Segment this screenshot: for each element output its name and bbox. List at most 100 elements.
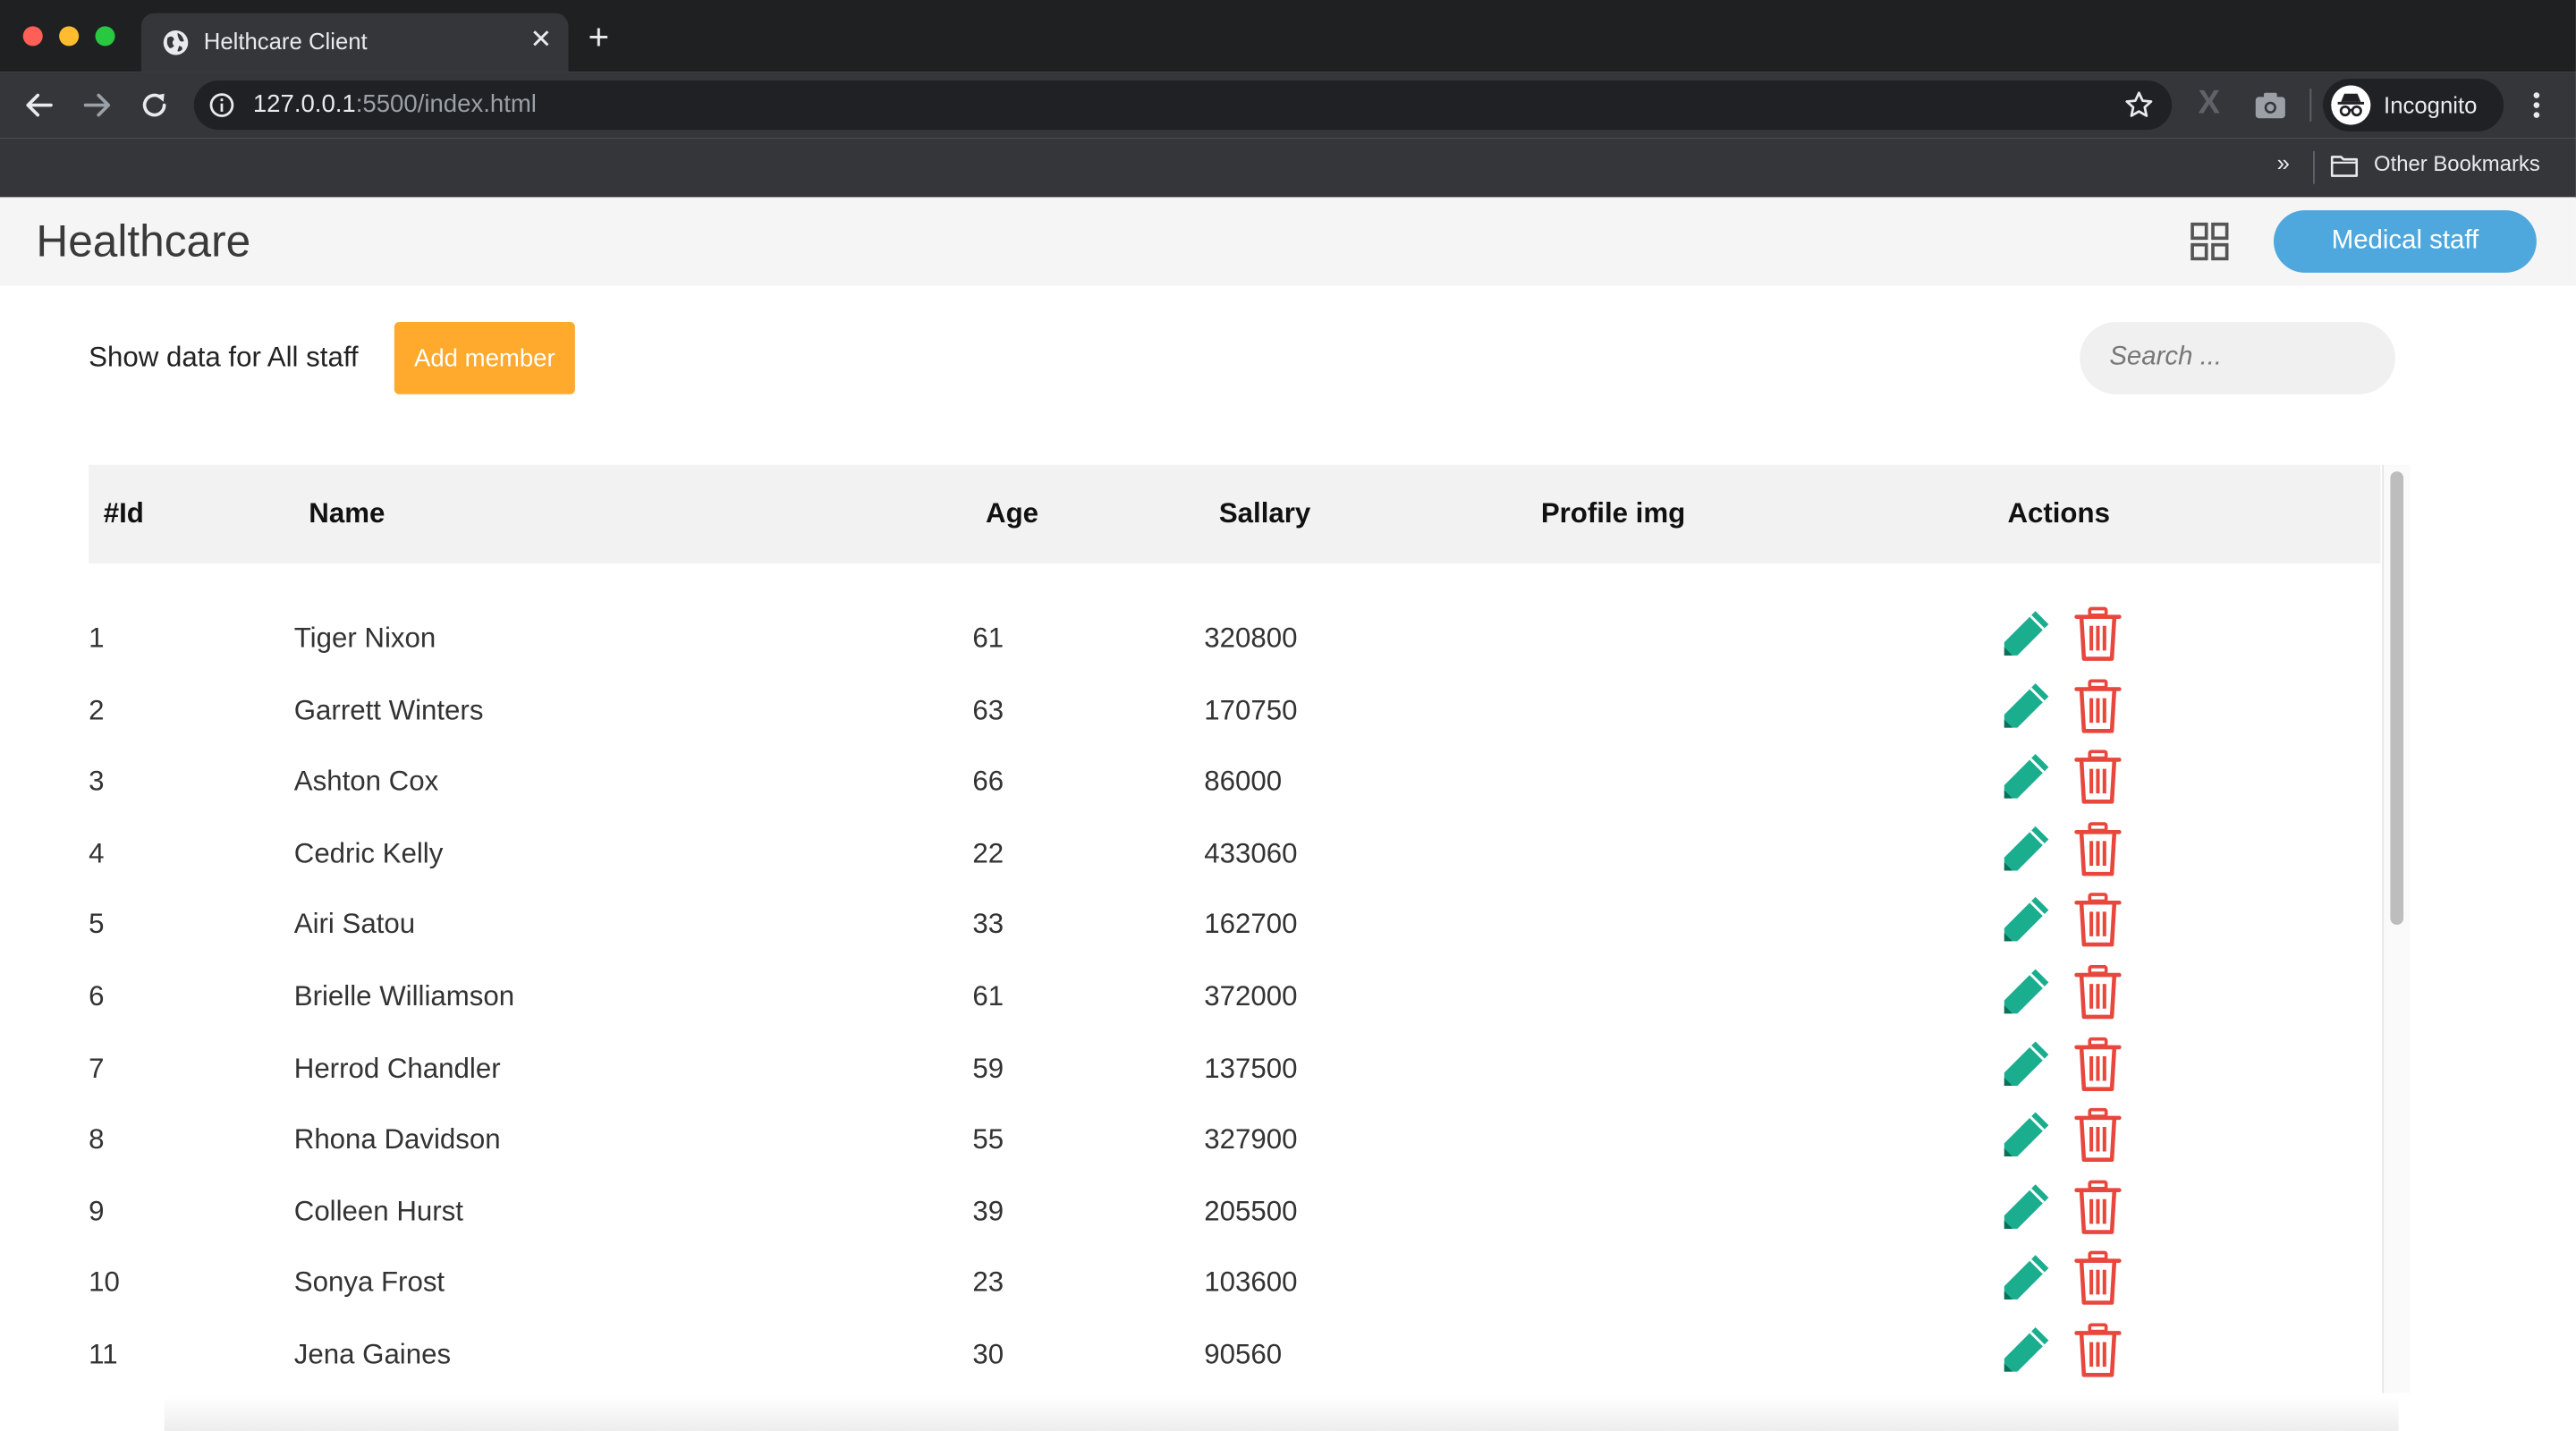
pencil-icon[interactable] <box>1997 1107 2053 1163</box>
column-header-profile-img: Profile img <box>1540 497 1686 529</box>
pencil-icon[interactable] <box>1997 1323 2053 1378</box>
medical-staff-button[interactable]: Medical staff <box>2273 210 2537 273</box>
pencil-icon[interactable] <box>1997 964 2053 1020</box>
camera-icon[interactable] <box>2254 90 2287 120</box>
table-row: 4 Cedric Kelly 22 433060 <box>89 817 2380 888</box>
window-zoom-button[interactable] <box>95 26 115 47</box>
extension-x-icon[interactable]: X <box>2199 87 2221 120</box>
browser-tabstrip: Helthcare Client ✕ + <box>0 0 2576 72</box>
trash-icon[interactable] <box>2070 1179 2125 1234</box>
globe-icon <box>163 30 189 55</box>
url-text: 127.0.0.1:5500/index.html <box>253 90 537 118</box>
table-row: 7 Herrod Chandler 59 137500 <box>89 1033 2380 1104</box>
incognito-icon <box>2331 85 2371 125</box>
search-input[interactable] <box>2080 321 2395 394</box>
page-bottom-edge <box>164 1396 2399 1431</box>
trash-icon[interactable] <box>2070 821 2125 876</box>
cell-name: Sonya Frost <box>293 1266 445 1299</box>
trash-icon[interactable] <box>2070 964 2125 1020</box>
column-header-age: Age <box>986 497 1039 529</box>
grid-view-icon[interactable] <box>2190 222 2229 261</box>
trash-icon[interactable] <box>2070 1107 2125 1163</box>
cell-salary: 162700 <box>1204 909 1298 941</box>
column-header-name: Name <box>309 497 386 529</box>
pencil-icon[interactable] <box>1997 1250 2053 1306</box>
table-row: 8 Rhona Davidson 55 327900 <box>89 1105 2380 1175</box>
incognito-label: Incognito <box>2384 91 2478 119</box>
bookmarks-bar: » Other Bookmarks <box>0 138 2576 199</box>
toolbar-divider <box>2309 89 2312 122</box>
cell-id: 3 <box>89 766 105 798</box>
window-minimize-button[interactable] <box>59 26 80 47</box>
cell-name: Airi Satou <box>293 909 416 941</box>
pencil-icon[interactable] <box>1997 678 2053 733</box>
new-tab-button[interactable]: + <box>589 19 610 55</box>
tab-close-icon[interactable]: ✕ <box>530 26 553 55</box>
cell-age: 66 <box>972 766 1004 798</box>
browser-tab[interactable]: Helthcare Client ✕ <box>140 13 569 72</box>
browser-toolbar: 127.0.0.1:5500/index.html X Incognito <box>0 72 2576 139</box>
pencil-icon[interactable] <box>1997 749 2053 805</box>
cell-salary: 90560 <box>1204 1338 1283 1370</box>
scrollbar-thumb[interactable] <box>2390 471 2404 926</box>
app-header: Healthcare Medical staff <box>0 197 2576 286</box>
table-row: 5 Airi Satou 33 162700 <box>89 889 2380 960</box>
pencil-icon[interactable] <box>1997 1179 2053 1234</box>
column-header-actions: Actions <box>2007 497 2110 529</box>
cell-salary: 170750 <box>1204 694 1298 726</box>
table-row: 9 Colleen Hurst 39 205500 <box>89 1176 2380 1247</box>
pencil-icon[interactable] <box>1997 606 2053 662</box>
reload-icon[interactable] <box>135 86 174 125</box>
url-path: :5500/index.html <box>355 90 537 119</box>
url-host: 127.0.0.1 <box>252 90 356 119</box>
cell-name: Cedric Kelly <box>293 837 444 869</box>
cell-id: 2 <box>89 694 105 726</box>
pencil-icon[interactable] <box>1997 1036 2053 1091</box>
cell-age: 61 <box>972 980 1004 1012</box>
trash-icon[interactable] <box>2070 606 2125 662</box>
incognito-profile-button[interactable]: Incognito <box>2323 79 2504 131</box>
address-bar[interactable]: 127.0.0.1:5500/index.html <box>193 80 2173 131</box>
table-row: 3 Ashton Cox 66 86000 <box>89 746 2380 817</box>
table-header: #Id Name Age Sallary Profile img Actions <box>89 464 2381 563</box>
info-icon[interactable] <box>208 92 234 118</box>
column-header-salary: Sallary <box>1218 497 1311 529</box>
cell-age: 33 <box>972 909 1004 941</box>
trash-icon[interactable] <box>2070 1250 2125 1306</box>
cell-name: Rhona Davidson <box>293 1123 501 1156</box>
cell-salary: 320800 <box>1204 622 1298 655</box>
trash-icon[interactable] <box>2070 893 2125 948</box>
trash-icon[interactable] <box>2070 678 2125 733</box>
trash-icon[interactable] <box>2070 749 2125 805</box>
other-bookmarks-link[interactable]: Other Bookmarks <box>2374 151 2540 176</box>
cell-name: Tiger Nixon <box>293 622 436 655</box>
folder-icon[interactable] <box>2329 153 2359 179</box>
cell-age: 39 <box>972 1195 1004 1227</box>
add-member-button[interactable]: Add member <box>394 321 575 394</box>
bookmark-star-icon[interactable] <box>2123 89 2156 122</box>
tab-title: Helthcare Client <box>203 28 368 55</box>
bookmarks-divider <box>2313 150 2315 184</box>
window-close-button[interactable] <box>22 26 43 47</box>
cell-id: 6 <box>89 980 105 1012</box>
cell-name: Ashton Cox <box>293 766 439 798</box>
forward-arrow-icon[interactable] <box>77 86 116 125</box>
table-scrollbar[interactable] <box>2382 464 2411 1393</box>
more-menu-icon[interactable] <box>2523 86 2549 125</box>
cell-age: 30 <box>972 1338 1004 1370</box>
cell-id: 4 <box>89 837 105 869</box>
table-row: 2 Garrett Winters 63 170750 <box>89 674 2380 745</box>
trash-icon[interactable] <box>2070 1323 2125 1378</box>
cell-age: 55 <box>972 1123 1004 1156</box>
pencil-icon[interactable] <box>1997 893 2053 948</box>
cell-id: 10 <box>89 1266 120 1299</box>
brand-title[interactable]: Healthcare <box>36 216 250 267</box>
cell-salary: 86000 <box>1204 766 1283 798</box>
trash-icon[interactable] <box>2070 1036 2125 1091</box>
show-data-label: Show data for All staff <box>89 342 359 373</box>
bookmarks-overflow-icon[interactable]: » <box>2277 149 2290 175</box>
pencil-icon[interactable] <box>1997 821 2053 876</box>
back-arrow-icon[interactable] <box>20 86 59 125</box>
table-row: 11 Jena Gaines 30 90560 <box>89 1319 2380 1390</box>
cell-id: 8 <box>89 1123 105 1156</box>
